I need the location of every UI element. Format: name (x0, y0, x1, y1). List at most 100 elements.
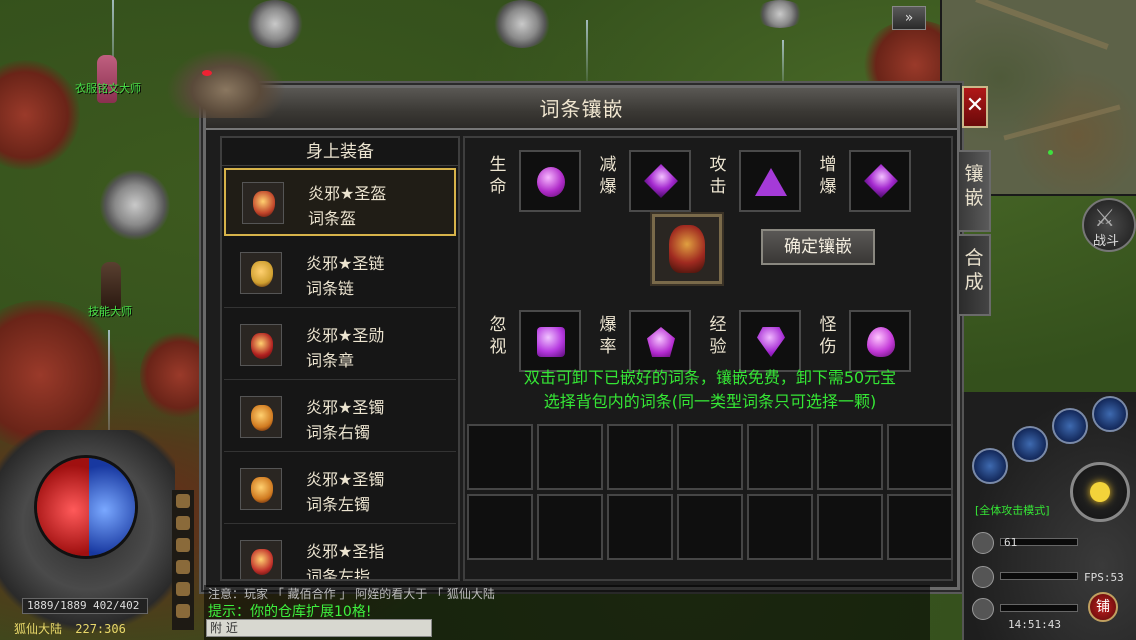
weight-row (972, 598, 1082, 620)
bag-cell[interactable] (537, 424, 603, 490)
minimap-road (975, 0, 1109, 50)
equipment-affix: 词条链 (306, 279, 355, 298)
equipment-item[interactable]: 炎邪★圣指 词条左指 (224, 528, 456, 579)
equipment-item[interactable]: 炎邪★圣链词条链 (224, 240, 456, 308)
tab-synthesis[interactable]: 合 成 (957, 234, 991, 316)
slot-label: 生 命 (489, 155, 507, 197)
equipment-item[interactable]: 炎邪★圣盔 词条盔 (224, 168, 456, 236)
bag-cell[interactable] (817, 424, 883, 490)
equipment-name: 炎邪★圣镯 (306, 398, 385, 417)
slot-label: 攻 击 (709, 155, 727, 197)
bag-cell[interactable] (677, 424, 743, 490)
level-value: 61 (1004, 536, 1018, 549)
bag-cell[interactable] (537, 494, 603, 560)
equipment-header: 身上装备 (222, 138, 458, 166)
fps-counter: FPS:53 (1084, 571, 1124, 584)
battle-label: 战斗 (1093, 234, 1120, 249)
slot-label: 增 爆 (819, 155, 837, 197)
dialog-title: 词条镶嵌 (539, 97, 624, 121)
dialog-title-bar[interactable]: 词条镶嵌 (206, 88, 957, 130)
inlay-slot[interactable] (519, 310, 581, 372)
skill-button[interactable] (1012, 426, 1048, 462)
bag-cell[interactable] (607, 424, 673, 490)
inlay-slot[interactable] (519, 150, 581, 212)
equipment-icon (240, 468, 282, 510)
bag-cell[interactable] (467, 494, 533, 560)
bag-cell[interactable] (747, 494, 813, 560)
hint-unload: 双击可卸下已嵌好的词条，镶嵌免费，卸下需50元宝 (523, 368, 897, 387)
hud-icon[interactable] (176, 516, 190, 530)
hud-icon[interactable] (176, 560, 190, 574)
statue (492, 0, 552, 48)
exp-row (972, 566, 1082, 588)
slot-label: 经 验 (709, 315, 727, 357)
inlay-slot[interactable] (849, 310, 911, 372)
equipment-gem-icon (251, 549, 273, 575)
crossed-swords-icon: ⚔ (1094, 204, 1116, 232)
equipment-item[interactable]: 炎邪★圣镯 词条右镯 (224, 384, 456, 452)
purple-gem-icon (537, 327, 565, 357)
equipment-item[interactable]: 炎邪★圣镯 词条左镯 (224, 456, 456, 524)
purple-gem-icon (647, 327, 675, 357)
tab-inlay[interactable]: 镶 嵌 (957, 150, 991, 232)
light-beam (586, 20, 588, 85)
inlay-slot[interactable] (739, 310, 801, 372)
map-name: 狐仙大陆 (14, 622, 63, 636)
minimap-road (1003, 104, 1121, 141)
tree (0, 300, 120, 450)
bag-cell[interactable] (887, 424, 953, 490)
equipment-icon (242, 182, 284, 224)
helmet-icon (669, 225, 705, 273)
inlay-slot[interactable] (849, 150, 911, 212)
day-night-button[interactable] (1070, 462, 1130, 522)
purple-gem-icon (864, 164, 898, 198)
bag-cell[interactable] (677, 494, 743, 560)
statue (755, 0, 805, 28)
sound-button[interactable] (1092, 396, 1128, 432)
battle-button[interactable]: ⚔ 战斗 (1082, 198, 1136, 252)
purple-gem-icon (755, 168, 787, 196)
equipment-item[interactable]: 炎邪★圣勋 词条章 (224, 312, 456, 380)
chat-box: 注意：玩家 「 藏佰合作 」 阿姪的看大于 「 狐仙大陆 提示：你的仓库扩展10… (204, 585, 930, 640)
bag-cell[interactable] (887, 494, 953, 560)
equipment-name: 炎邪★圣链 (306, 254, 385, 273)
exp-icon (972, 566, 994, 588)
skill-button[interactable] (972, 448, 1008, 484)
equipment-icon (240, 396, 282, 438)
hud-icon[interactable] (176, 582, 190, 596)
shop-button[interactable]: 铺 (1088, 592, 1118, 622)
slot-label: 怪 伤 (819, 315, 837, 357)
equipment-gem-icon (251, 333, 273, 359)
selected-equipment-slot[interactable] (652, 214, 722, 284)
close-button[interactable]: ✕ (962, 86, 988, 128)
equipment-gem-icon (251, 405, 273, 431)
inlay-slot[interactable] (629, 150, 691, 212)
inlay-slot[interactable] (629, 310, 691, 372)
chat-channel[interactable]: 附 近 (210, 621, 238, 635)
equipment-name: 炎邪★圣勋 (306, 326, 385, 345)
equipment-name: 炎邪★圣镯 (306, 470, 385, 489)
minimap-toggle-button[interactable]: » (892, 6, 926, 30)
inlay-slot[interactable] (739, 150, 801, 212)
slot-label: 减 爆 (599, 155, 617, 197)
npc-costume-label: 衣服铭文大师 (75, 82, 141, 95)
bag-cell[interactable] (747, 424, 813, 490)
equipment-gem-icon (253, 191, 275, 217)
bag-cell[interactable] (817, 494, 883, 560)
light-beam (782, 40, 784, 90)
attack-mode[interactable]: [全体攻击模式] (975, 502, 1050, 518)
chat-input[interactable]: 附 近 (206, 619, 432, 637)
hud-icon[interactable] (176, 538, 190, 552)
dragon-ornament-icon (166, 48, 286, 118)
confirm-inlay-button[interactable]: 确定镶嵌 (761, 229, 875, 265)
hud-icon[interactable] (176, 604, 190, 618)
statue (245, 0, 305, 48)
bag-cell[interactable] (467, 424, 533, 490)
mp-half (89, 458, 135, 556)
skill-button[interactable] (1052, 408, 1088, 444)
equipment-gem-icon (251, 261, 273, 287)
hp-value: 1889/1889 (27, 599, 87, 612)
hud-icon[interactable] (176, 494, 190, 508)
bag-cell[interactable] (607, 494, 673, 560)
inscription-dialog: 词条镶嵌 身上装备 炎邪★圣盔 词条盔 炎邪★圣链 词条链 炎邪★圣勋 词条章 炎邪★圣镯词… (166, 48, 960, 590)
